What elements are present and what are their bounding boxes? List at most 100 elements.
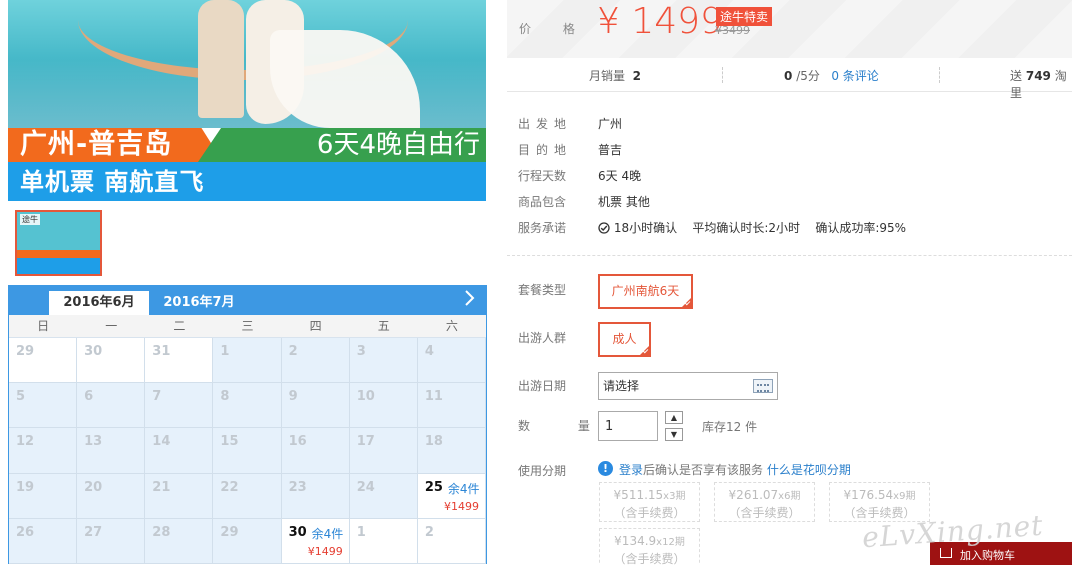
gift-points: 送 749 淘里	[1010, 67, 1072, 101]
travelers-option[interactable]: 成人	[598, 322, 651, 357]
calendar-icon[interactable]	[753, 379, 773, 393]
calendar-day-number: 2	[288, 344, 298, 359]
calendar-day-number: 29	[220, 524, 239, 540]
weekday-sat: 六	[445, 319, 458, 333]
calendar-header: 2016年6月 2016年7月	[9, 286, 486, 315]
installment-plan-9[interactable]: ¥176.54x9期 （含手续费）	[829, 482, 930, 522]
calendar-day: 31	[145, 338, 214, 384]
calendar-day: 27	[77, 518, 146, 564]
calendar-day-number: 18	[424, 434, 443, 450]
calendar-day-number: 7	[152, 389, 162, 405]
travel-date-input[interactable]: 请选择	[598, 372, 778, 400]
travelers-label: 出游人群	[518, 331, 567, 345]
plan-amount: ¥261.07	[728, 488, 779, 502]
installment-plan-12[interactable]: ¥134.9x12期 （含手续费）	[599, 528, 700, 565]
banner-duration-title: 6天4晚自由行	[316, 130, 480, 160]
plan-fee: （含手续费）	[613, 552, 686, 565]
calendar-day-number: 30	[288, 524, 307, 540]
installment-plan-3[interactable]: ¥511.15x3期 （含手续费）	[599, 482, 700, 522]
calendar-day-price: ¥1499	[307, 544, 343, 558]
calendar-day[interactable]: 30 余4件 ¥1499	[281, 518, 350, 564]
thumbnail-blue	[17, 258, 100, 274]
monthly-sales: 月销量 2	[589, 67, 641, 84]
product-thumbnail[interactable]: 途牛	[15, 210, 102, 276]
stats-divider	[722, 67, 723, 83]
destination-value: 普吉	[598, 143, 623, 157]
chevron-right-icon[interactable]	[464, 289, 476, 313]
thumbnail-orange	[17, 250, 100, 258]
calendar-day: 21	[145, 473, 214, 519]
caret-down-icon[interactable]: ▼	[665, 428, 683, 441]
calendar-day: 29	[213, 518, 282, 564]
service-avg: 平均确认时长:2小时	[692, 221, 801, 235]
banner-subtitle: 单机票 南航直飞	[20, 168, 205, 196]
calendar-day-number: 25	[424, 479, 443, 495]
calendar-day-number: 20	[84, 479, 103, 495]
calendar-day: 5	[9, 383, 78, 429]
tab-july-2016[interactable]: 2016年7月	[149, 291, 249, 315]
price-label: 价 格	[519, 22, 589, 36]
calendar-day: 2	[281, 338, 350, 384]
calendar-day-number: 3	[356, 344, 366, 359]
quantity-input[interactable]: 1	[598, 411, 658, 441]
calendar-day: 9	[281, 383, 350, 429]
calendar-day: 3	[349, 338, 418, 384]
plan-periods: x6期	[778, 491, 801, 502]
calendar-day-number: 27	[84, 524, 103, 540]
calendar-day-number: 5	[16, 389, 26, 405]
cart-icon	[940, 548, 952, 558]
calendar-day: 28	[145, 518, 214, 564]
calendar-day-number: 30	[84, 344, 103, 359]
calendar-day: 29	[9, 338, 78, 384]
stats-divider	[939, 67, 940, 83]
weekday-sun: 日	[37, 319, 50, 333]
reviews-link[interactable]: 0 条评论	[831, 69, 878, 83]
calendar-day-number: 12	[16, 434, 35, 450]
check-circle-icon	[598, 222, 610, 234]
calendar-day: 30	[77, 338, 146, 384]
calendar-day-number: 4	[424, 344, 434, 359]
calendar-day: 12	[9, 428, 78, 474]
product-banner-image: 广州-普吉岛 6天4晚自由行 单机票 南航直飞	[8, 0, 486, 201]
calendar-day-number: 9	[288, 389, 298, 405]
departure-calendar: 2016年6月 2016年7月 日 一 二 三 四 五 六 29 30 31 1 2 3 4…	[8, 285, 487, 564]
days-value: 6天 4晚	[598, 169, 642, 183]
includes-label: 商品包含	[518, 195, 567, 209]
calendar-day: 20	[77, 473, 146, 519]
calendar-day: 1	[213, 338, 282, 384]
calendar-day: 1	[349, 518, 418, 564]
calendar-day-number: 15	[220, 434, 239, 450]
calendar-day-number: 28	[152, 524, 171, 540]
calendar-day: 16	[281, 428, 350, 474]
plan-amount: ¥511.15	[613, 488, 664, 502]
plan-periods: x12期	[656, 537, 685, 548]
stats-bar: 月销量 2 0 /5分 0 条评论 送 749 淘里	[507, 58, 1072, 100]
quantity-label: 数 量	[518, 419, 612, 433]
tab-june-2016[interactable]: 2016年6月	[49, 291, 149, 315]
departure-label: 出发地	[518, 117, 573, 131]
installment-plan-6[interactable]: ¥261.07x6期 （含手续费）	[714, 482, 815, 522]
monthly-sales-value: 2	[632, 69, 642, 83]
section-divider	[507, 255, 1072, 256]
service-value: 18小时确认 平均确认时长:2小时 确认成功率:95%	[598, 219, 906, 236]
calendar-day: 11	[417, 383, 486, 429]
calendar-day: 18	[417, 428, 486, 474]
login-link[interactable]: 登录	[619, 463, 643, 477]
calendar-weekdays: 日 一 二 三 四 五 六	[9, 315, 486, 338]
calendar-day: 26	[9, 518, 78, 564]
gift-value: 749	[1025, 69, 1051, 83]
calendar-day[interactable]: 25 余4件 ¥1499	[417, 473, 486, 519]
calendar-day: 4	[417, 338, 486, 384]
gift-prefix: 送	[1010, 69, 1023, 83]
calendar-day: 19	[9, 473, 78, 519]
what-is-huabei-link[interactable]: 什么是花呗分期	[767, 463, 851, 477]
plan-amount: ¥176.54	[843, 488, 894, 502]
days-label: 行程天数	[518, 169, 567, 183]
calendar-day-number: 10	[356, 389, 375, 405]
service-rate: 确认成功率:95%	[815, 221, 907, 235]
travelers-option-label: 成人	[612, 332, 637, 346]
caret-up-icon[interactable]: ▲	[665, 411, 683, 424]
includes-value: 机票 其他	[598, 195, 650, 209]
calendar-day: 14	[145, 428, 214, 474]
package-option[interactable]: 广州南航6天	[598, 274, 693, 309]
